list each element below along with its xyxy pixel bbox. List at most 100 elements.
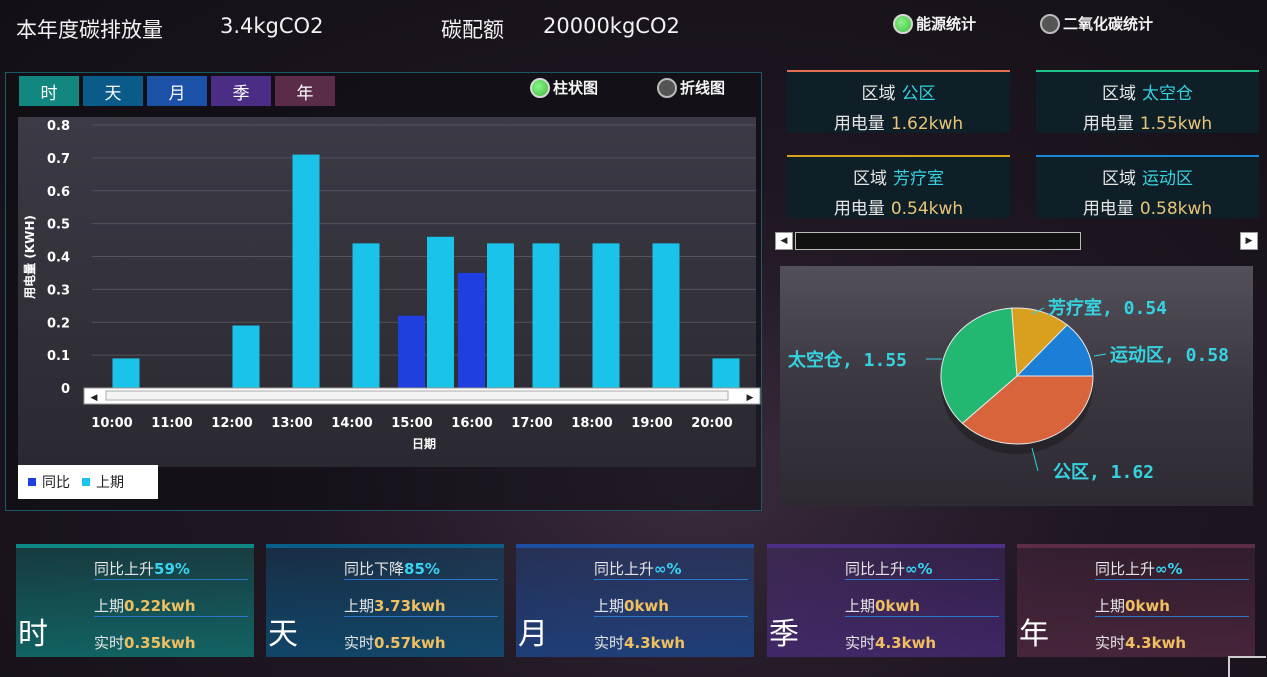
period-label: 天 (268, 617, 298, 652)
chart-scroll-left-icon[interactable]: ◀ (91, 393, 98, 403)
radio-unselected-icon (1040, 13, 1060, 34)
x-tick-label: 17:00 (511, 416, 552, 431)
pie-label: 芳疗室, 0.54 (1048, 297, 1167, 319)
y-tick-label: 0.2 (47, 316, 70, 331)
trend-line: 同比上升∞% (845, 552, 999, 580)
summary-card: 时 同比上升59% 上期0.22kwh 实时0.35kwh (16, 544, 254, 657)
trend-text: 同比上升 (594, 560, 655, 578)
bar-prev (232, 325, 260, 388)
pie-label: 公区, 1.62 (1053, 462, 1154, 483)
usage-value: 1.55kwh (1139, 114, 1213, 134)
y-axis-label: 用电量 (KWH) (22, 215, 37, 300)
area-label: 区域 (1102, 169, 1136, 189)
edit-icon[interactable] (1228, 656, 1266, 677)
radio-co2-stats[interactable]: 二氧化碳统计 (1040, 13, 1153, 34)
chart-scroll-right-icon[interactable]: ▶ (747, 393, 754, 403)
scroll-right-icon[interactable]: ▶ (1240, 232, 1258, 250)
radio-co2-label: 二氧化碳统计 (1063, 15, 1154, 33)
y-tick-label: 0.1 (47, 349, 70, 364)
prev-label: 上期 (845, 597, 876, 615)
y-tick-label: 0.4 (47, 251, 70, 266)
legend-swatch-yoy (28, 478, 36, 486)
bar-prev (592, 243, 620, 388)
bar-prev (292, 154, 320, 388)
usage-value: 0.54kwh (890, 199, 964, 219)
x-axis-label: 日期 (412, 436, 436, 451)
x-tick-label: 19:00 (631, 416, 672, 431)
chart-legend: 同比 上期 (18, 465, 158, 499)
bar-prev (487, 243, 514, 388)
usage-chart-panel: 时天月季年 柱状图 折线图 0 0.1 0.2 0.3 0.4 0.5 0.6 0.7 0.8 用… (5, 72, 762, 511)
real-value: 4.3kwh (1125, 634, 1187, 652)
bar-prev (352, 243, 380, 388)
bar-prev (712, 358, 740, 388)
scroll-left-icon[interactable]: ◀ (775, 232, 793, 250)
y-tick-label: 0.5 (47, 218, 70, 233)
real-value: 4.3kwh (875, 634, 937, 652)
area-label: 区域 (853, 169, 887, 189)
prev-value: 0kwh (875, 597, 920, 615)
usage-label: 用电量 (833, 114, 885, 134)
area-name: 公区 (901, 84, 936, 104)
bar-prev (112, 358, 140, 388)
y-tick-label: 0.3 (47, 283, 70, 298)
region-card: 区域 公区 用电量 1.62kwh (787, 70, 1010, 134)
carbon-quota-value: 20000kgCO2 (543, 14, 680, 38)
legend-swatch-prev (82, 478, 90, 486)
trend-pct: ∞% (1155, 560, 1183, 578)
real-label: 实时 (845, 634, 876, 652)
prev-value: 0.22kwh (124, 597, 196, 615)
region-card: 区域 太空仓 用电量 1.55kwh (1036, 70, 1259, 134)
x-tick-label: 11:00 (151, 416, 192, 431)
period-label: 季 (769, 617, 799, 652)
real-label: 实时 (594, 634, 625, 652)
real-label: 实时 (344, 634, 375, 652)
prev-line: 上期0kwh (594, 589, 748, 617)
trend-line: 同比上升∞% (1095, 552, 1249, 580)
real-line: 实时4.3kwh (845, 626, 999, 654)
x-tick-label: 14:00 (331, 416, 372, 431)
annual-emission-label: 本年度碳排放量 (16, 18, 163, 42)
period-label: 月 (518, 617, 548, 652)
real-line: 实时0.35kwh (94, 626, 248, 654)
annual-emission-value: 3.4kgCO2 (220, 14, 324, 38)
area-label: 区域 (861, 84, 896, 104)
area-name: 运动区 (1142, 169, 1193, 189)
real-line: 实时4.3kwh (594, 626, 748, 654)
region-pie-chart: 公区, 1.62 太空仓, 1.55 芳疗室, 0.54 运动区, 0.58 (788, 297, 1229, 483)
trend-text: 同比上升 (94, 560, 155, 578)
region-scrollbar[interactable]: ◀ ▶ (775, 232, 1260, 250)
prev-label: 上期 (344, 597, 375, 615)
carbon-quota-label: 碳配额 (441, 18, 504, 42)
prev-value: 0kwh (624, 597, 669, 615)
trend-line: 同比上升∞% (594, 552, 748, 580)
x-tick-label: 16:00 (451, 416, 492, 431)
bar-yoy (398, 315, 425, 388)
trend-text: 同比下降 (344, 560, 405, 578)
region-card: 区域 芳疗室 用电量 0.54kwh (787, 155, 1010, 219)
area-label: 区域 (1102, 84, 1136, 104)
scroll-track[interactable] (795, 232, 1081, 250)
real-value: 0.57kwh (374, 634, 446, 652)
x-tick-label: 15:00 (391, 416, 432, 431)
trend-pct: 59% (154, 560, 190, 578)
legend-label-prev: 上期 (96, 475, 124, 491)
bar-prev (427, 236, 454, 388)
real-value: 0.35kwh (124, 634, 196, 652)
prev-value: 3.73kwh (374, 597, 446, 615)
pie-leader-line (1093, 353, 1107, 357)
x-tick-label: 13:00 (271, 416, 312, 431)
usage-value: 1.62kwh (890, 114, 964, 134)
summary-card: 年 同比上升∞% 上期0kwh 实时4.3kwh (1017, 544, 1255, 657)
prev-line: 上期0kwh (1095, 589, 1249, 617)
chart-scroll-thumb[interactable] (105, 390, 729, 401)
radio-energy-stats[interactable]: 能源统计 (893, 13, 976, 34)
trend-pct: 85% (404, 560, 440, 578)
trend-text: 同比上升 (1095, 560, 1156, 578)
x-tick-label: 10:00 (91, 416, 132, 431)
pie-label: 运动区, 0.58 (1110, 345, 1229, 366)
prev-label: 上期 (594, 597, 625, 615)
y-tick-label: 0 (61, 382, 70, 397)
y-tick-label: 0.8 (47, 119, 70, 134)
trend-pct: ∞% (654, 560, 682, 578)
